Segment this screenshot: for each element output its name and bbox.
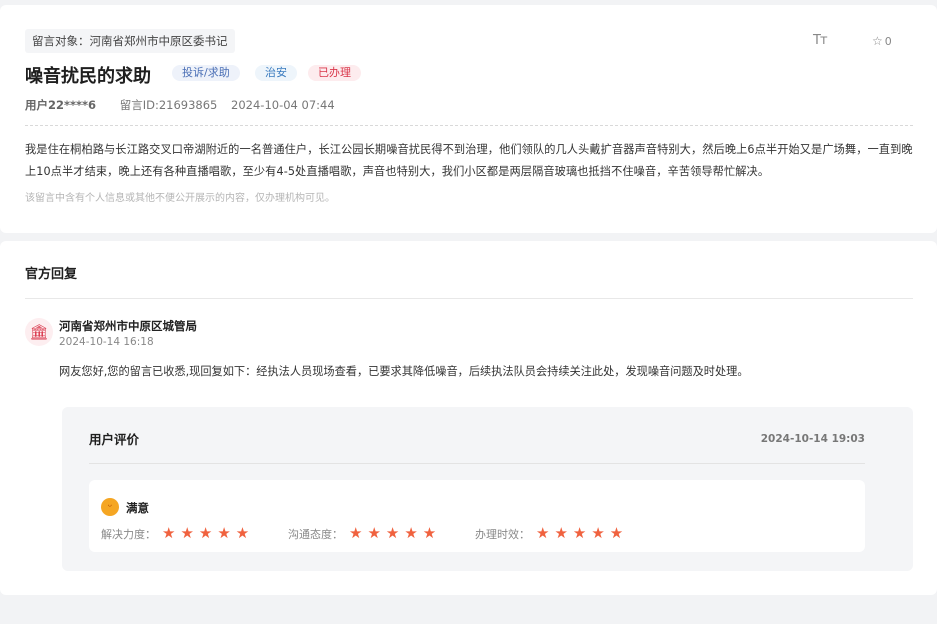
rating-label: 办理时效： xyxy=(475,528,530,541)
rating-label: 沟通态度： xyxy=(288,528,343,541)
divider xyxy=(89,463,865,464)
evaluation-title: 用户评价 xyxy=(89,432,140,447)
privacy-notice: 该留言中含有个人信息或其他不便公开展示的内容，仅办理机构可见。 xyxy=(25,193,335,204)
post-id: 留言ID:21693865 xyxy=(119,98,218,112)
evaluation-time: 2024-10-14 19:03 xyxy=(760,433,865,445)
divider xyxy=(25,298,913,299)
rating-timeliness: 办理时效： ★★★★★ xyxy=(475,524,628,542)
divider xyxy=(25,125,913,126)
star-icon: ★★★★★ xyxy=(162,524,255,542)
rating-communication: 沟通态度： ★★★★★ xyxy=(288,524,441,542)
status-badge: 已办理 xyxy=(308,65,361,81)
reply-time: 2024-10-14 16:18 xyxy=(59,336,154,348)
favorite-button[interactable]: ☆ 0 xyxy=(872,34,892,48)
evaluation-detail: ᵕ 满意 解决力度： ★★★★★ 沟通态度： ★★★★★ 办理时效： ★★★★★ xyxy=(89,480,865,552)
reply-card: 官方回复 🏛 河南省郑州市中原区城管局 2024-10-14 16:18 网友您… xyxy=(0,241,937,595)
post-card: 留言对象：河南省郑州市中原区委书记 Tт ☆ 0 噪音扰民的求助 投诉/求助 治安… xyxy=(0,5,937,233)
satisfaction-label: 满意 xyxy=(126,501,149,515)
smile-icon: ᵕ xyxy=(101,498,119,516)
post-title: 噪音扰民的求助 xyxy=(25,66,151,87)
government-building-icon: 🏛 xyxy=(25,318,53,346)
rating-label: 解决力度： xyxy=(101,528,156,541)
post-user: 用户22****6 xyxy=(25,98,97,112)
star-icon: ★★★★★ xyxy=(349,524,442,542)
post-content: 我是住在桐柏路与长江路交叉口帝湖附近的一名普通住户，长江公园长期噪音扰民得不到治… xyxy=(25,143,913,178)
category-tag: 治安 xyxy=(255,65,297,81)
type-tag: 投诉/求助 xyxy=(172,65,240,81)
reply-department: 河南省郑州市中原区城管局 xyxy=(59,319,197,333)
post-meta: 用户22****6 留言ID:21693865 2024-10-04 07:44 xyxy=(25,97,335,113)
rating-resolution: 解决力度： ★★★★★ xyxy=(101,524,254,542)
post-time: 2024-10-04 07:44 xyxy=(231,98,335,112)
star-outline-icon: ☆ xyxy=(872,34,883,48)
favorite-count: 0 xyxy=(884,35,892,48)
user-evaluation: 用户评价 2024-10-14 19:03 ᵕ 满意 解决力度： ★★★★★ 沟通… xyxy=(62,407,913,571)
font-size-icon[interactable]: Tт xyxy=(813,33,827,48)
star-icon: ★★★★★ xyxy=(536,524,629,542)
message-target: 留言对象：河南省郑州市中原区委书记 xyxy=(25,29,235,53)
reply-text: 网友您好,您的留言已收悉,现回复如下：经执法人员现场查看，已要求其降低噪音，后续… xyxy=(59,365,749,378)
reply-heading: 官方回复 xyxy=(25,267,78,282)
